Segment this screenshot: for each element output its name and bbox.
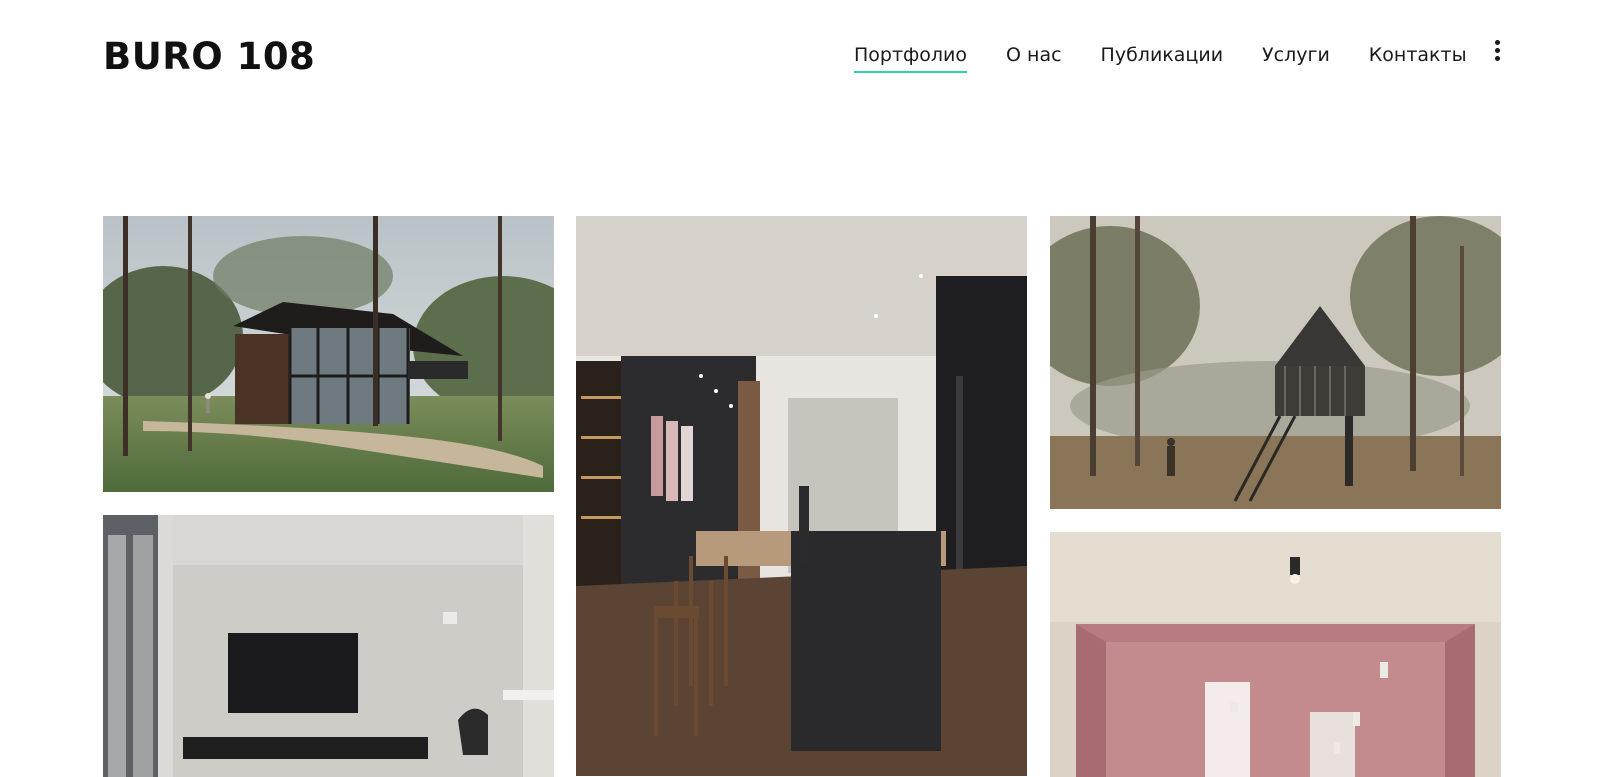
portfolio-tile-forest-house[interactable] (103, 216, 554, 492)
kitchen-interior-image (576, 216, 1027, 776)
portfolio-tile-pink-hallway[interactable] (1050, 532, 1501, 777)
portfolio-tile-kitchen[interactable] (576, 216, 1027, 776)
portfolio-tile-treehouse[interactable] (1050, 216, 1501, 509)
portfolio-grid (0, 0, 1600, 777)
treehouse-image (1050, 216, 1501, 509)
pink-hallway-image (1050, 532, 1501, 777)
living-room-image (103, 515, 554, 777)
portfolio-tile-living-room[interactable] (103, 515, 554, 777)
forest-house-image (103, 216, 554, 492)
